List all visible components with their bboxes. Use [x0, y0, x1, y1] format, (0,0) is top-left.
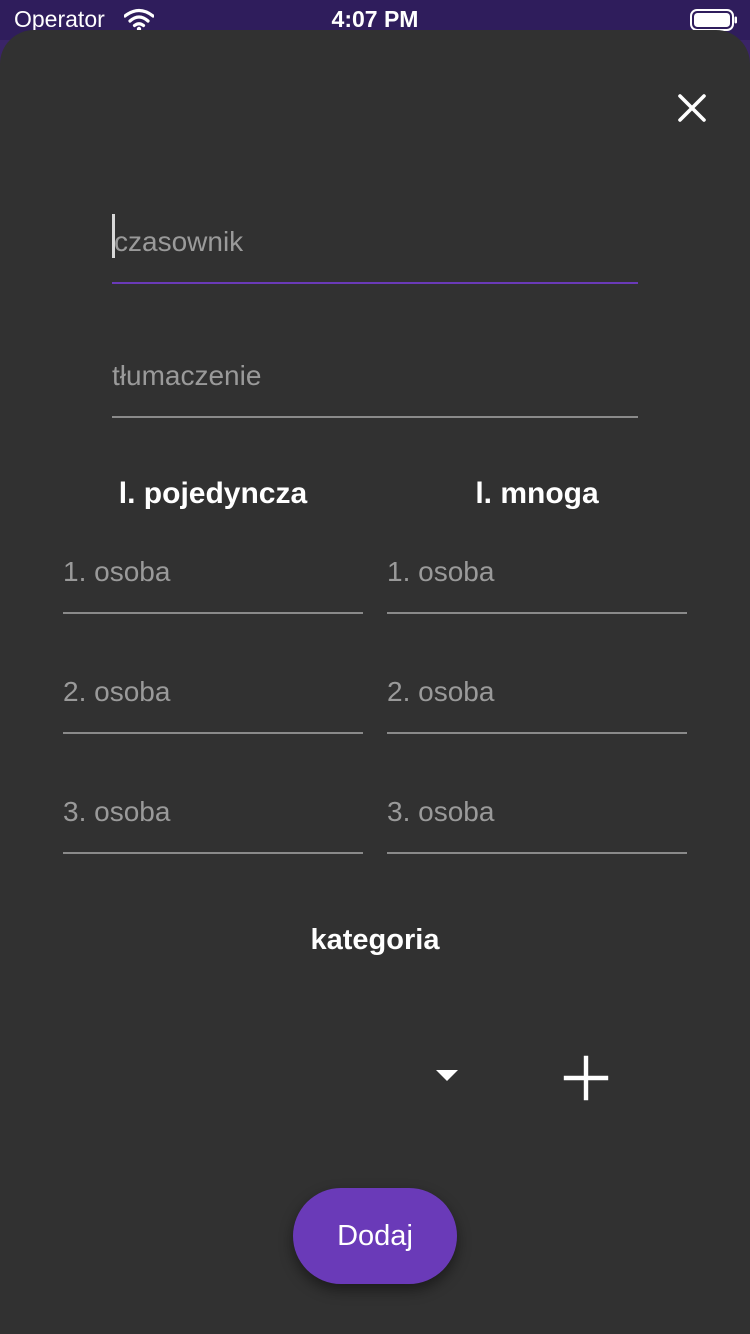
singular-header: l. pojedyncza [118, 477, 308, 510]
singular-third-person-input[interactable]: 3. osoba [63, 772, 363, 854]
translation-input[interactable]: tłumaczenie [112, 336, 638, 418]
singular-first-person-input[interactable]: 1. osoba [63, 532, 363, 614]
plural-second-person-input[interactable]: 2. osoba [387, 652, 687, 734]
plural-second-person-placeholder: 2. osoba [387, 676, 495, 707]
singular-third-person-placeholder: 3. osoba [63, 796, 171, 827]
singular-second-person-placeholder: 2. osoba [63, 676, 171, 707]
plural-first-person-placeholder: 1. osoba [387, 556, 495, 587]
category-title: kategoria [310, 924, 440, 956]
clock: 4:07 PM [331, 6, 419, 32]
add-verb-sheet: czasownik tłumaczenie l. pojedyncza l. m… [0, 30, 750, 1334]
plural-third-person-input[interactable]: 3. osoba [387, 772, 687, 854]
plural-header: l. mnoga [475, 477, 599, 510]
chevron-down-icon[interactable] [436, 1070, 458, 1081]
singular-second-person-input[interactable]: 2. osoba [63, 652, 363, 734]
submit-button[interactable]: Dodaj [293, 1188, 457, 1284]
battery-icon [690, 9, 737, 31]
verb-input[interactable]: czasownik [112, 200, 638, 284]
plural-first-person-input[interactable]: 1. osoba [387, 532, 687, 614]
close-icon[interactable] [672, 88, 712, 128]
plus-icon[interactable] [562, 1054, 610, 1102]
singular-first-person-placeholder: 1. osoba [63, 556, 171, 587]
translation-placeholder: tłumaczenie [112, 360, 262, 391]
verb-placeholder: czasownik [114, 226, 244, 257]
plural-third-person-placeholder: 3. osoba [387, 796, 495, 827]
